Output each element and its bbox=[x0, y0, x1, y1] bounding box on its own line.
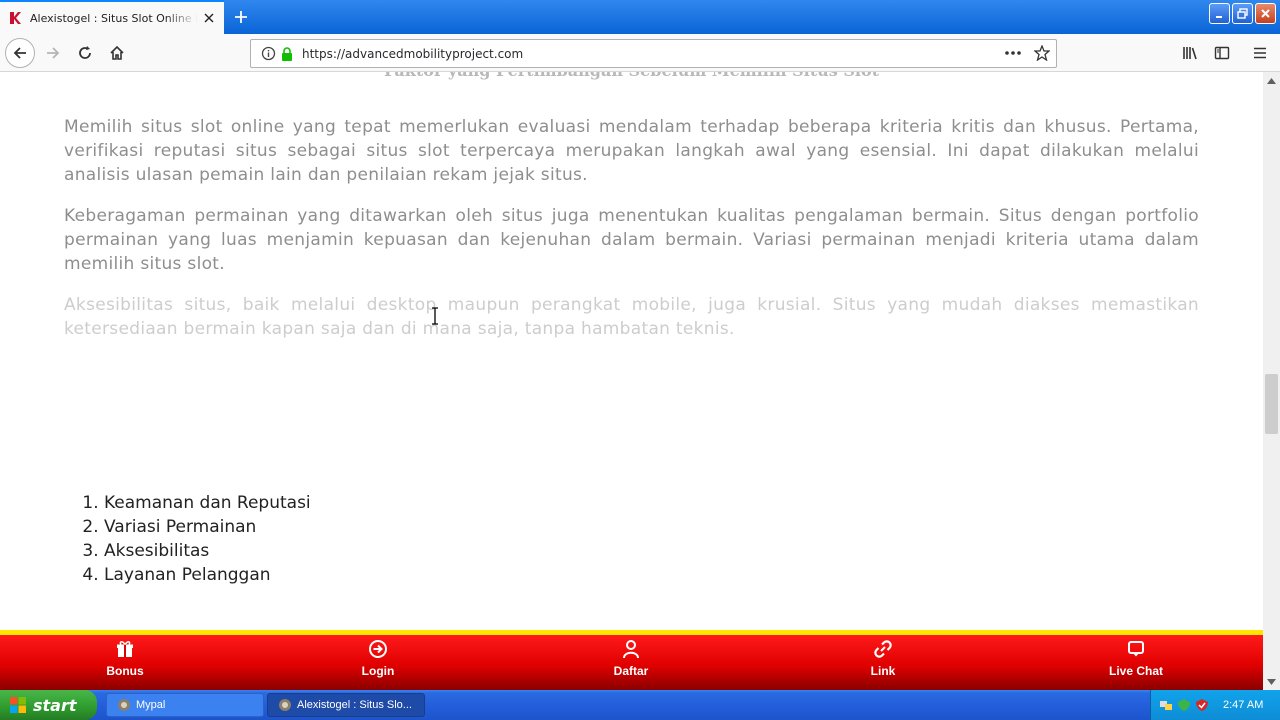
link-icon bbox=[873, 639, 893, 659]
taskbar-item-browser[interactable]: Alexistogel : Situs Slo... bbox=[267, 693, 425, 717]
paragraph-accessibility: Aksesibilitas situs, baik melalui deskto… bbox=[64, 295, 1199, 339]
info-icon[interactable] bbox=[260, 46, 276, 62]
tab-title: Alexistogel : Situs Slot Online Dengan K… bbox=[30, 11, 198, 25]
menu-hamburger-icon[interactable] bbox=[1250, 43, 1270, 63]
forward-arrow-icon[interactable] bbox=[39, 39, 67, 67]
gift-icon bbox=[115, 639, 135, 659]
reload-icon[interactable] bbox=[71, 39, 99, 67]
mypal-app-icon bbox=[118, 699, 130, 711]
scrollbar-thumb[interactable] bbox=[1265, 374, 1278, 434]
page-actions-icon[interactable] bbox=[1004, 45, 1022, 65]
section-heading: Faktor yang Pertimbangan Sebelum Memilih… bbox=[0, 72, 1263, 80]
vertical-scrollbar[interactable] bbox=[1263, 72, 1280, 690]
user-icon bbox=[621, 639, 641, 659]
window-controls bbox=[1209, 3, 1276, 24]
live-chat-label: Live Chat bbox=[1108, 664, 1163, 678]
page-content: Faktor yang Pertimbangan Sebelum Memilih… bbox=[0, 72, 1263, 690]
security-tray-icon[interactable] bbox=[1177, 698, 1191, 712]
home-icon[interactable] bbox=[103, 39, 131, 67]
browser-tab-active[interactable]: Alexistogel : Situs Slot Online Dengan K… bbox=[0, 0, 224, 34]
window-close-icon[interactable] bbox=[1255, 3, 1276, 24]
login-icon bbox=[368, 639, 388, 659]
bonus-label: Bonus bbox=[106, 664, 144, 678]
start-label: start bbox=[33, 695, 77, 715]
tab-close-icon[interactable] bbox=[202, 11, 216, 25]
link-button[interactable]: Link bbox=[823, 639, 943, 689]
bookmark-star-icon[interactable] bbox=[1033, 44, 1051, 65]
minimize-icon[interactable] bbox=[1209, 3, 1230, 24]
start-button[interactable]: start bbox=[0, 690, 97, 720]
browser-toolbar: https://advancedmobilityproject.com bbox=[0, 34, 1280, 72]
sidebar-icon[interactable] bbox=[1212, 43, 1232, 63]
system-tray: 2:47 AM bbox=[1150, 690, 1280, 720]
back-arrow-icon[interactable] bbox=[5, 38, 35, 68]
paragraph-reputation: Memilih situs slot online yang tepat mem… bbox=[64, 117, 1199, 185]
login-button[interactable]: Login bbox=[318, 639, 438, 689]
text-cursor-icon bbox=[431, 307, 439, 325]
link-label: Link bbox=[870, 664, 896, 678]
bottom-nav-bar: Bonus Login Daftar Link Live Chat bbox=[0, 630, 1263, 690]
site-favicon-icon bbox=[8, 11, 22, 25]
network-tray-icon[interactable] bbox=[1159, 698, 1173, 712]
new-tab-icon[interactable] bbox=[231, 7, 251, 27]
lock-icon bbox=[280, 46, 294, 62]
url-text: https://advancedmobilityproject.com bbox=[302, 46, 524, 61]
chat-icon bbox=[1126, 639, 1146, 659]
criteria-list: Keamanan dan Reputasi Variasi Permainan … bbox=[104, 491, 311, 587]
paragraph-game-variety: Keberagaman permainan yang ditawarkan ol… bbox=[64, 206, 1199, 274]
library-icon[interactable] bbox=[1181, 43, 1201, 63]
live-chat-button[interactable]: Live Chat bbox=[1076, 639, 1196, 689]
os-taskbar: start Mypal Alexistogel : Situs Slo... 2… bbox=[0, 690, 1280, 720]
list-item: Variasi Permainan bbox=[104, 515, 311, 539]
taskbar-item-label: Mypal bbox=[136, 699, 166, 711]
scroll-up-icon[interactable] bbox=[1263, 72, 1280, 89]
shield-tray-icon[interactable] bbox=[1195, 698, 1209, 712]
browser-tabbar: Alexistogel : Situs Slot Online Dengan K… bbox=[0, 0, 1280, 34]
list-item: Keamanan dan Reputasi bbox=[104, 491, 311, 515]
taskbar-item-label: Alexistogel : Situs Slo... bbox=[297, 699, 412, 711]
restore-icon[interactable] bbox=[1232, 3, 1253, 24]
daftar-label: Daftar bbox=[613, 664, 649, 678]
list-item: Layanan Pelanggan bbox=[104, 563, 311, 587]
taskbar-item-mypal[interactable]: Mypal bbox=[106, 693, 264, 717]
bonus-button[interactable]: Bonus bbox=[65, 639, 185, 689]
login-label: Login bbox=[361, 664, 395, 678]
mypal-app-icon bbox=[279, 699, 291, 711]
list-item: Aksesibilitas bbox=[104, 539, 311, 563]
scroll-down-icon[interactable] bbox=[1263, 673, 1280, 690]
url-bar-actions bbox=[1004, 44, 1051, 65]
clock: 2:47 AM bbox=[1223, 699, 1264, 711]
url-bar[interactable]: https://advancedmobilityproject.com bbox=[250, 39, 1057, 68]
windows-logo-icon bbox=[10, 697, 26, 713]
daftar-button[interactable]: Daftar bbox=[571, 639, 691, 689]
